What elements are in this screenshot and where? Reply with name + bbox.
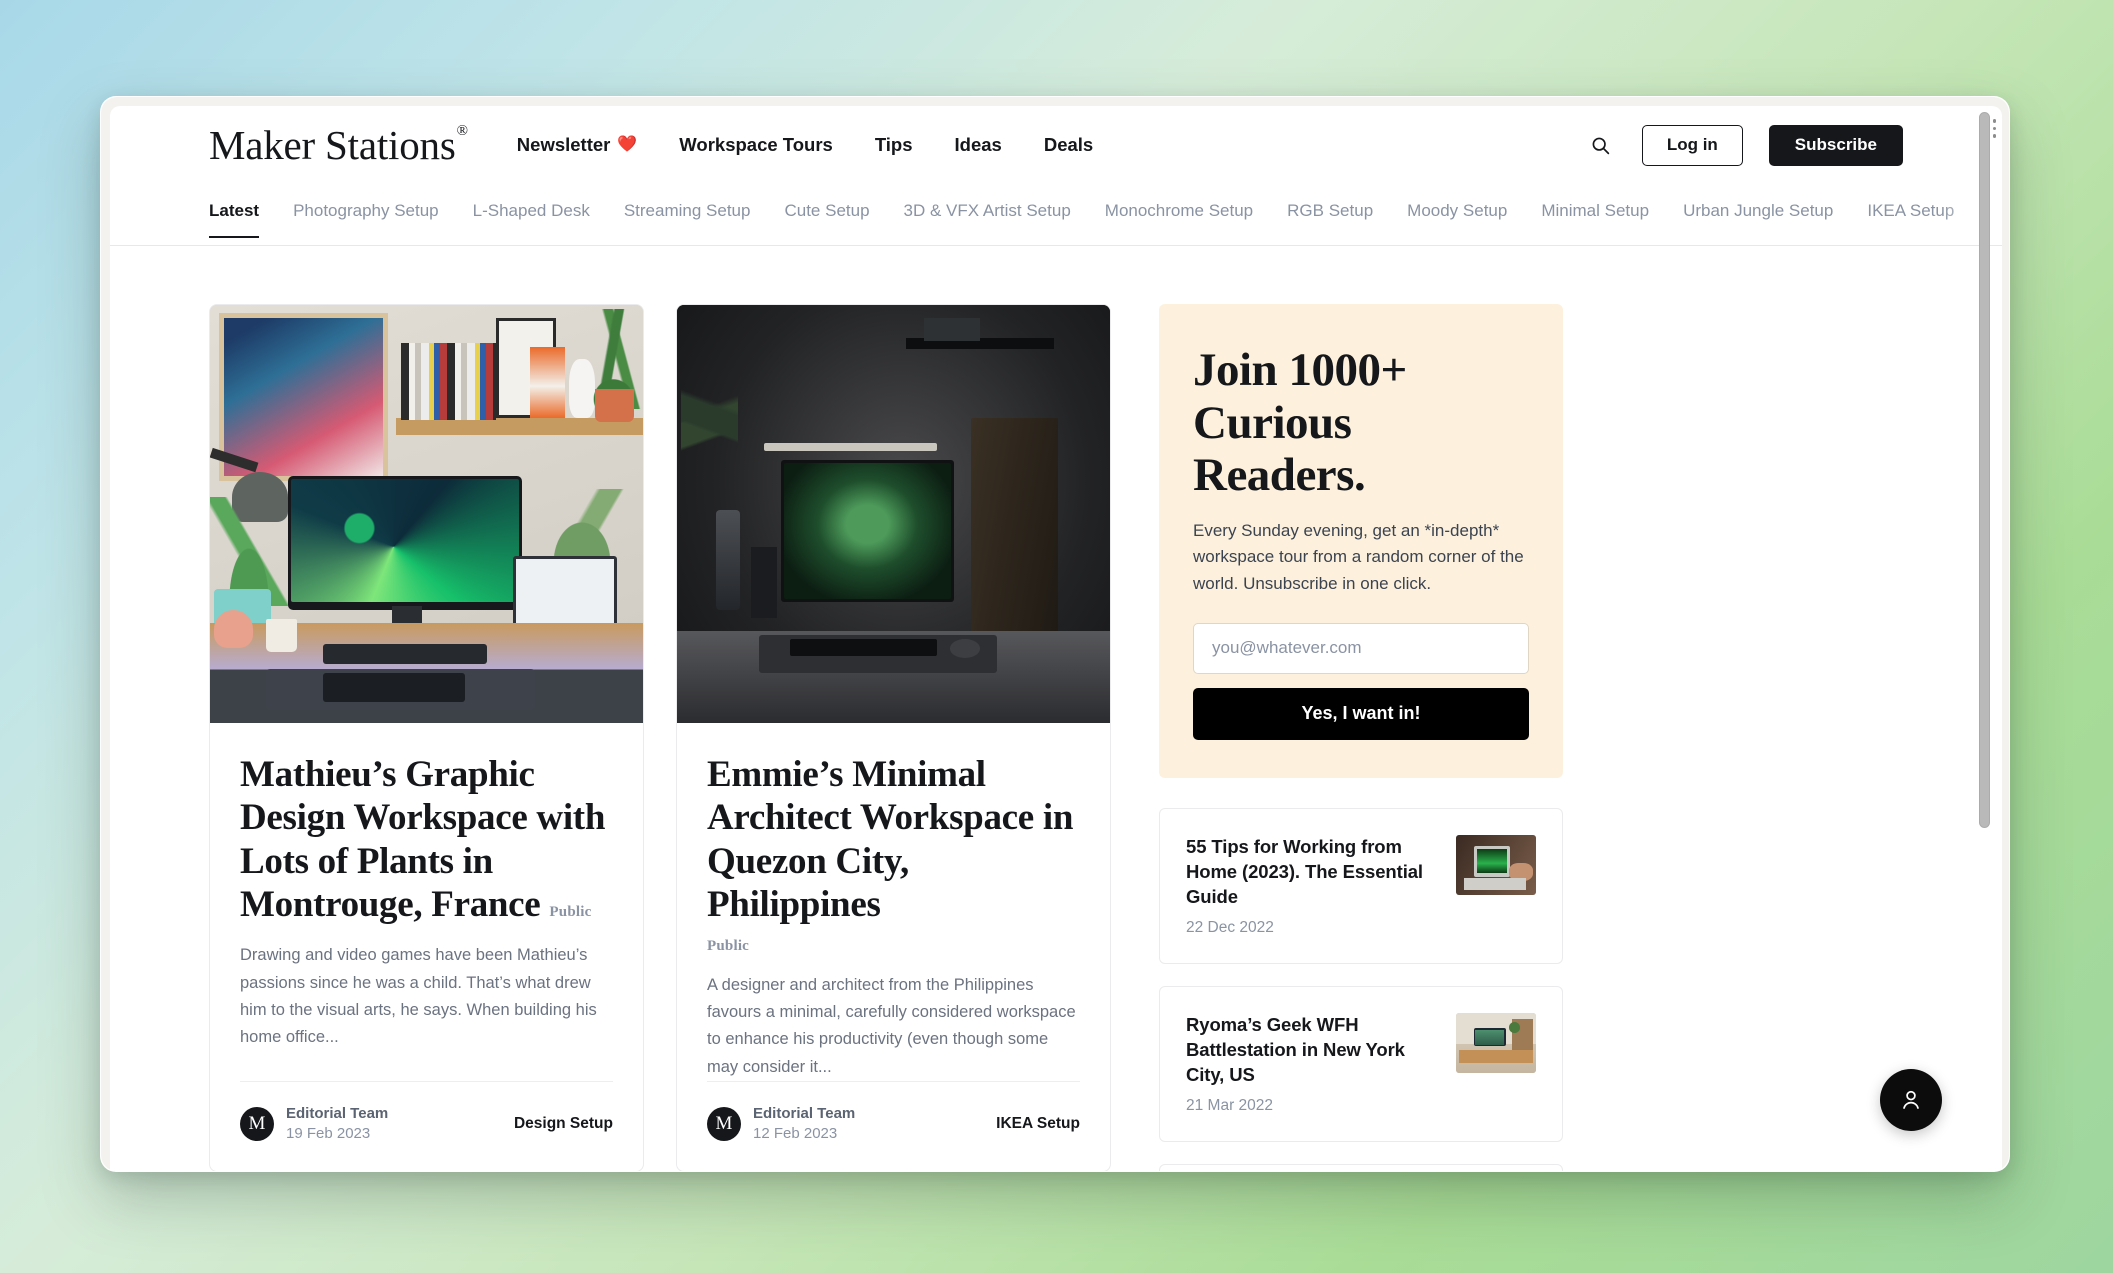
post-excerpt: A designer and architect from the Philip… — [707, 975, 1076, 1076]
tab-monochrome-setup[interactable]: Monochrome Setup — [1105, 201, 1253, 238]
tab-l-shaped-desk[interactable]: L-Shaped Desk — [473, 201, 590, 238]
site-logo[interactable]: Maker Stations® — [209, 121, 468, 169]
avatar: M — [707, 1107, 741, 1142]
main-nav: Newsletter ❤️ Workspace Tours Tips Ideas… — [517, 134, 1093, 156]
related-post-title: Ryoma’s Geek WFH Battlestation in New Yo… — [1186, 1013, 1405, 1085]
category-tabs[interactable]: Latest Photography Setup L-Shaped Desk S… — [209, 184, 1954, 245]
related-post-title: 55 Tips for Working from Home (2023). Th… — [1186, 835, 1423, 907]
account-person-icon — [1903, 1090, 1919, 1109]
site-logo-text: Maker Stations — [209, 122, 456, 168]
nav-item-tips[interactable]: Tips — [875, 134, 913, 156]
tab-urban-jungle-setup[interactable]: Urban Jungle Setup — [1683, 201, 1833, 238]
newsletter-title-line2: Curious Readers. — [1193, 396, 1366, 502]
header-actions: Log in Subscribe — [1586, 106, 1903, 184]
tab-moody-setup[interactable]: Moody Setup — [1407, 201, 1507, 238]
vertical-scrollbar[interactable] — [1978, 112, 1991, 1167]
browser-window: Maker Stations® Newsletter ❤️ Workspace … — [100, 96, 2010, 1172]
post-author[interactable]: M Editorial Team 12 Feb 2023 — [707, 1104, 855, 1145]
related-post-thumbnail — [1456, 834, 1536, 895]
scrollbar-thumb[interactable] — [1979, 112, 1990, 828]
nav-item-newsletter-label: Newsletter — [516, 134, 611, 155]
related-post-thumbnail — [1456, 1012, 1536, 1073]
post-date: 19 Feb 2023 — [286, 1125, 371, 1143]
resize-grip-icon[interactable] — [1992, 119, 1996, 138]
related-posts-list: 55 Tips for Working from Home (2023). Th… — [1159, 807, 1563, 1171]
subscribe-button[interactable]: Subscribe — [1768, 124, 1903, 166]
post-body: Emmie’s Minimal Architect Workspace in Q… — [677, 723, 1110, 1081]
newsletter-submit-button[interactable]: Yes, I want in! — [1193, 687, 1529, 740]
tab-photography-setup[interactable]: Photography Setup — [293, 201, 439, 238]
account-fab-button[interactable] — [1880, 1069, 1942, 1131]
sidebar: Join 1000+ Curious Readers. Every Sunday… — [1159, 304, 1563, 1171]
related-post-date: 22 Dec 2022 — [1186, 918, 1274, 936]
post-tag[interactable]: IKEA Setup — [996, 1115, 1080, 1133]
post-feed: Mathieu’s Graphic Design Workspace with … — [209, 304, 1111, 1171]
post-title[interactable]: Mathieu’s Graphic Design Workspace with … — [240, 753, 613, 926]
login-button[interactable]: Log in — [1641, 124, 1743, 166]
post-author-name: Editorial Team — [286, 1105, 389, 1123]
list-item[interactable]: Ty’s L-shaped Desk Setup in Mississippi,… — [1159, 1163, 1563, 1171]
tab-latest[interactable]: Latest — [209, 201, 260, 238]
post-author[interactable]: M Editorial Team 19 Feb 2023 — [240, 1104, 388, 1145]
nav-item-newsletter[interactable]: Newsletter ❤️ — [517, 134, 638, 156]
post-tag[interactable]: Design Setup — [514, 1115, 613, 1133]
nav-item-deals[interactable]: Deals — [1044, 134, 1093, 156]
post-card[interactable]: Mathieu’s Graphic Design Workspace with … — [209, 304, 644, 1171]
category-tabs-bar: Latest Photography Setup L-Shaped Desk S… — [110, 184, 2002, 246]
site-header: Maker Stations® Newsletter ❤️ Workspace … — [110, 106, 2002, 184]
tab-cute-setup[interactable]: Cute Setup — [784, 201, 869, 238]
post-title-text: Mathieu’s Graphic Design Workspace with … — [240, 754, 606, 925]
newsletter-title-line1: Join 1000+ — [1193, 344, 1407, 396]
post-thumbnail[interactable] — [677, 305, 1110, 723]
tab-rgb-setup[interactable]: RGB Setup — [1287, 201, 1373, 238]
post-date: 12 Feb 2023 — [753, 1125, 838, 1143]
heart-icon: ❤️ — [617, 136, 638, 153]
search-icon[interactable] — [1586, 130, 1616, 160]
page-content: Mathieu’s Graphic Design Workspace with … — [110, 246, 2002, 1171]
post-visibility-badge: Public — [707, 938, 750, 955]
newsletter-email-input[interactable] — [1193, 622, 1529, 674]
post-author-name: Editorial Team — [753, 1105, 856, 1123]
post-body: Mathieu’s Graphic Design Workspace with … — [210, 723, 643, 1081]
nav-item-ideas[interactable]: Ideas — [955, 134, 1002, 156]
post-title[interactable]: Emmie’s Minimal Architect Workspace in Q… — [707, 753, 1080, 956]
post-title-text: Emmie’s Minimal Architect Workspace in Q… — [707, 754, 1074, 925]
post-thumbnail[interactable] — [210, 305, 643, 723]
tab-3d-vfx-artist-setup[interactable]: 3D & VFX Artist Setup — [904, 201, 1071, 238]
tab-ikea-setup[interactable]: IKEA Setup — [1867, 201, 1954, 238]
post-card[interactable]: Emmie’s Minimal Architect Workspace in Q… — [676, 304, 1111, 1171]
post-visibility-badge: Public — [549, 903, 592, 920]
tab-streaming-setup[interactable]: Streaming Setup — [624, 201, 751, 238]
newsletter-title: Join 1000+ Curious Readers. — [1193, 344, 1529, 502]
page-viewport: Maker Stations® Newsletter ❤️ Workspace … — [110, 106, 2002, 1171]
list-item[interactable]: 55 Tips for Working from Home (2023). Th… — [1159, 807, 1563, 964]
newsletter-signup: Join 1000+ Curious Readers. Every Sunday… — [1159, 304, 1563, 778]
nav-item-workspace-tours[interactable]: Workspace Tours — [679, 134, 833, 156]
list-item[interactable]: Ryoma’s Geek WFH Battlestation in New Yo… — [1159, 985, 1563, 1142]
post-footer: M Editorial Team 19 Feb 2023 Design Setu… — [240, 1081, 613, 1171]
post-footer: M Editorial Team 12 Feb 2023 IKEA Setup — [707, 1081, 1080, 1171]
newsletter-description: Every Sunday evening, get an *in-depth* … — [1193, 520, 1524, 593]
tab-minimal-setup[interactable]: Minimal Setup — [1541, 201, 1649, 238]
post-excerpt: Drawing and video games have been Mathie… — [240, 946, 597, 1047]
avatar: M — [240, 1107, 274, 1142]
registered-trademark-icon: ® — [456, 123, 468, 140]
related-post-date: 21 Mar 2022 — [1186, 1096, 1274, 1114]
